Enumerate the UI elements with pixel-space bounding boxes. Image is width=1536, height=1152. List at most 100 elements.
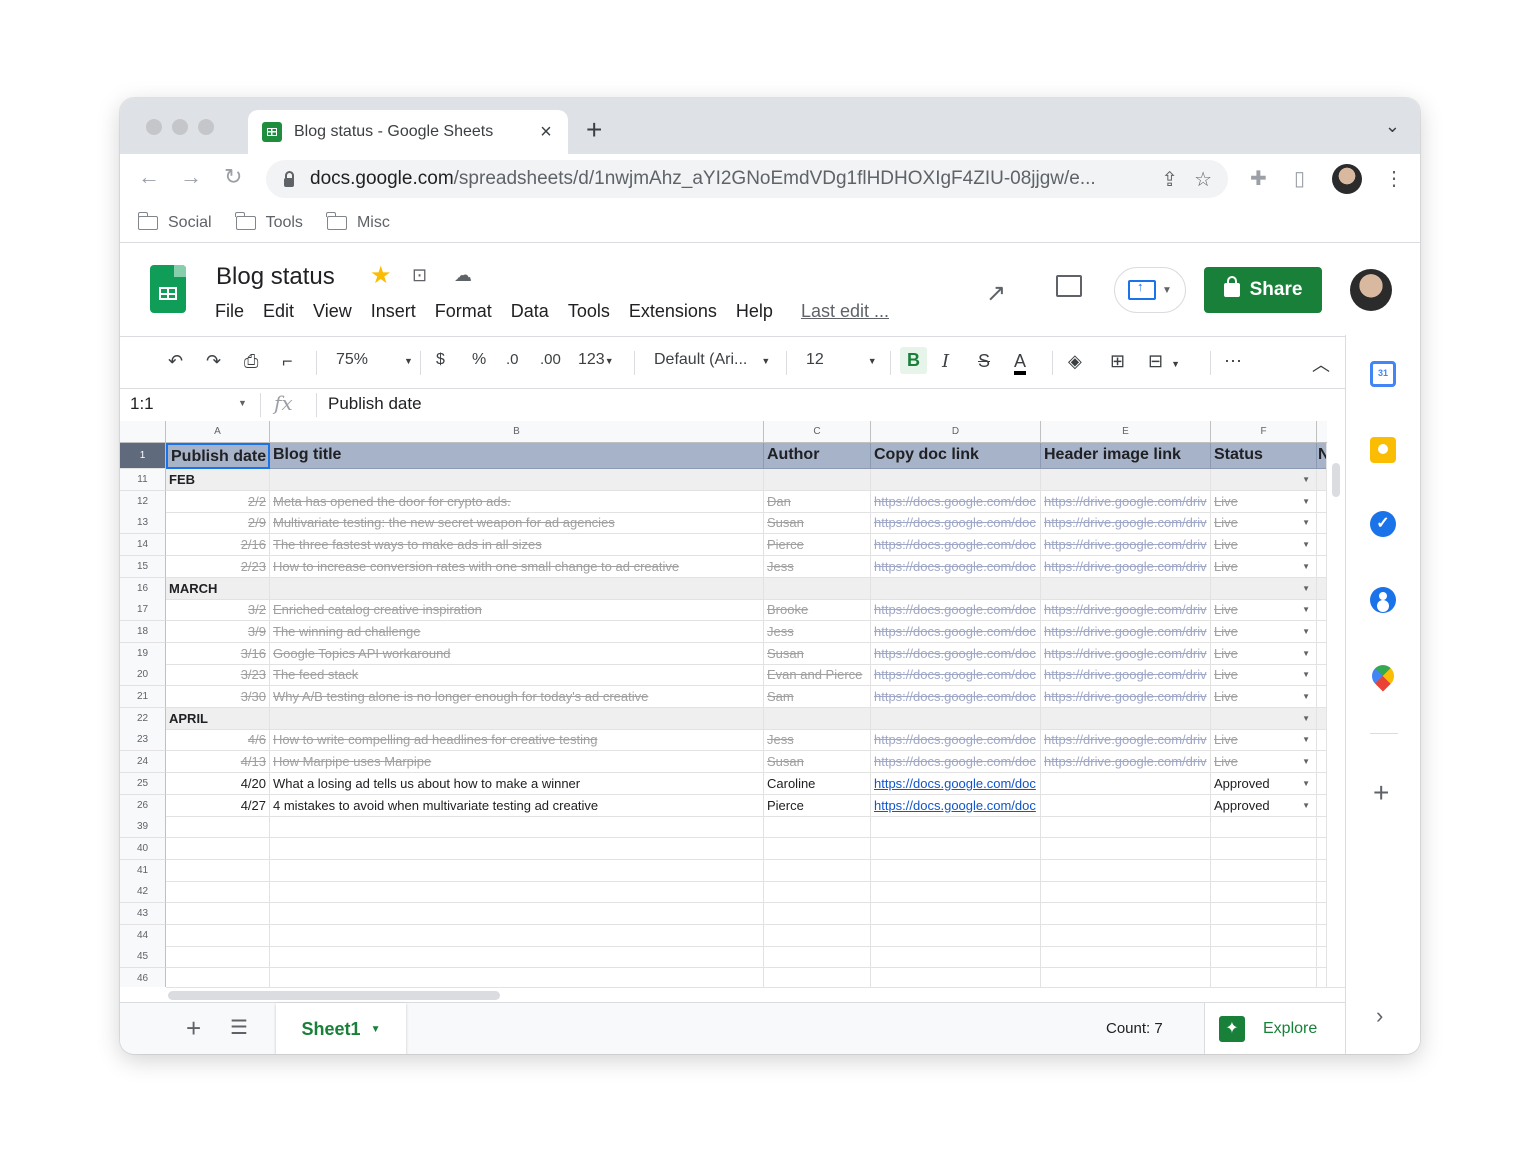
currency-format-button[interactable]: $ (436, 351, 445, 369)
horizontal-scrollbar[interactable] (166, 987, 1345, 1002)
cell-author[interactable]: Jess (764, 555, 871, 578)
cell-blog-title[interactable] (270, 881, 764, 904)
get-addons-plus-icon[interactable]: + (1373, 777, 1389, 809)
cell-header-image-link[interactable] (1041, 903, 1211, 925)
cell-blog-title[interactable]: Google Topics API workaround (270, 642, 764, 665)
calendar-icon[interactable]: 31 (1370, 361, 1396, 387)
cell-copy-doc-link[interactable] (871, 968, 1041, 987)
cell-author[interactable]: Jess (764, 620, 871, 643)
cell-author[interactable] (764, 881, 871, 904)
cell-status[interactable]: Live ▼ (1211, 490, 1317, 513)
row-number[interactable]: 42 (120, 881, 166, 904)
cell-publish-date[interactable]: 4/27 (166, 794, 270, 817)
cell-status[interactable]: ▼ (1211, 577, 1317, 600)
row-number[interactable]: 25 (120, 772, 166, 795)
cell-copy-doc-link[interactable]: https://docs.google.com/doc (871, 555, 1041, 578)
cell-author[interactable] (764, 816, 871, 839)
dropdown-chevron-icon[interactable]: ▼ (1302, 708, 1310, 729)
cell-header-image-link[interactable] (1041, 968, 1211, 987)
bold-button[interactable]: B (900, 347, 927, 374)
status-dropdown[interactable]: ▼ (1211, 621, 1316, 642)
cell-copy-doc-link[interactable]: https://docs.google.com/doc (871, 772, 1041, 795)
new-tab-button[interactable]: + (586, 114, 602, 146)
cell-status[interactable]: Approved ▼ (1211, 794, 1317, 817)
row-number[interactable]: 11 (120, 469, 166, 491)
dropdown-chevron-icon[interactable]: ▼ (1302, 599, 1310, 620)
cell-copy-doc-link[interactable] (871, 707, 1041, 730)
text-color-button[interactable]: A (1014, 351, 1027, 375)
status-dropdown[interactable]: ▼ (1211, 556, 1316, 577)
cell-header-image-link[interactable] (1041, 837, 1211, 860)
zoom-select[interactable]: 75% ▼ (336, 351, 413, 369)
cell-author[interactable] (764, 469, 871, 491)
status-dropdown[interactable]: ▼ (1211, 773, 1316, 794)
row-number[interactable]: 19 (120, 642, 166, 665)
cell-header-image-link[interactable] (1041, 881, 1211, 904)
cell-publish-date[interactable]: 3/9 (166, 620, 270, 643)
cell-copy-doc-link[interactable] (871, 881, 1041, 904)
cell-author[interactable] (764, 859, 871, 882)
cell-publish-date[interactable]: 2/9 (166, 512, 270, 535)
row-number[interactable]: 22 (120, 707, 166, 730)
row-number[interactable]: 26 (120, 794, 166, 817)
status-dropdown[interactable]: ▼ (1211, 491, 1316, 512)
chevron-right-icon[interactable]: › (1376, 1003, 1383, 1029)
bookmark-star-icon[interactable]: ☆ (1194, 167, 1212, 192)
star-icon[interactable]: ★ (370, 261, 392, 290)
cell-publish-date[interactable] (166, 881, 270, 904)
cell-header-image-link[interactable]: https://drive.google.com/driv (1041, 642, 1211, 665)
row-number[interactable]: 21 (120, 686, 166, 708)
cell-blog-title[interactable] (270, 924, 764, 947)
document-title[interactable]: Blog status (216, 263, 335, 291)
move-folder-icon[interactable]: ⊡ (412, 265, 427, 286)
all-sheets-list-icon[interactable]: ☰ (230, 1015, 248, 1040)
row-number[interactable]: 16 (120, 577, 166, 600)
cell-status[interactable]: Live ▼ (1211, 729, 1317, 752)
tab-close-icon[interactable]: × (536, 121, 556, 144)
cell-status[interactable]: ▼ (1211, 469, 1317, 491)
cell-blog-title[interactable]: The three fastest ways to make ads in al… (270, 534, 764, 557)
cell-header-image-link[interactable]: https://drive.google.com/driv (1041, 534, 1211, 557)
dropdown-chevron-icon[interactable]: ▼ (1302, 643, 1310, 664)
cell-publish-date[interactable]: 3/23 (166, 664, 270, 687)
cell-header-image-link[interactable] (1041, 859, 1211, 882)
cell-blog-title[interactable]: Multivariate testing: the new secret wea… (270, 512, 764, 535)
dropdown-chevron-icon[interactable]: ▼ (1302, 621, 1310, 642)
menu-tools[interactable]: Tools (568, 301, 610, 322)
row-number[interactable]: 39 (120, 816, 166, 839)
cell-copy-doc-link[interactable]: https://docs.google.com/doc (871, 534, 1041, 557)
cell-header-image-link[interactable] (1041, 794, 1211, 817)
tab-search-chevron-icon[interactable]: ⌄ (1385, 116, 1400, 137)
cell-author[interactable]: Jess (764, 729, 871, 752)
cell-publish-date[interactable] (166, 924, 270, 947)
redo-icon[interactable]: ↷ (206, 351, 221, 372)
header-cell-copy-doc-link[interactable]: Copy doc link (871, 443, 1041, 469)
cell-author[interactable]: Dan (764, 490, 871, 513)
status-dropdown[interactable]: ▼ (1211, 708, 1316, 729)
cell-status[interactable] (1211, 816, 1317, 839)
cell-blog-title[interactable] (270, 469, 764, 491)
cell-blog-title[interactable] (270, 837, 764, 860)
dropdown-chevron-icon[interactable]: ▼ (1302, 751, 1310, 772)
decrease-decimal-button[interactable]: .0 (506, 351, 519, 368)
row-number[interactable]: 44 (120, 924, 166, 947)
status-dropdown[interactable]: ▼ (1211, 643, 1316, 664)
header-cell-blog-title[interactable]: Blog title (270, 443, 764, 469)
cell-author[interactable] (764, 924, 871, 947)
last-edit-link[interactable]: Last edit ... (801, 301, 889, 322)
menu-file[interactable]: File (215, 301, 244, 322)
cell-header-image-link[interactable] (1041, 816, 1211, 839)
cell-header-image-link[interactable]: https://drive.google.com/driv (1041, 555, 1211, 578)
zoom-window-button[interactable] (198, 119, 214, 135)
column-header-g[interactable] (1317, 421, 1327, 443)
back-arrow-icon[interactable]: ← (138, 164, 160, 190)
dropdown-chevron-icon[interactable]: ▼ (1302, 664, 1310, 685)
print-icon[interactable]: ⎙ (244, 351, 258, 372)
cell-blog-title[interactable]: How to increase conversion rates with on… (270, 555, 764, 578)
collapse-menus-icon[interactable]: ︿ (1312, 351, 1330, 377)
cell-publish-date[interactable] (166, 837, 270, 860)
cell-blog-title[interactable]: How Marpipe uses Marpipe (270, 751, 764, 774)
status-dropdown[interactable]: ▼ (1211, 729, 1316, 750)
bookmark-social[interactable]: Social (137, 212, 212, 232)
cell-status[interactable] (1211, 924, 1317, 947)
